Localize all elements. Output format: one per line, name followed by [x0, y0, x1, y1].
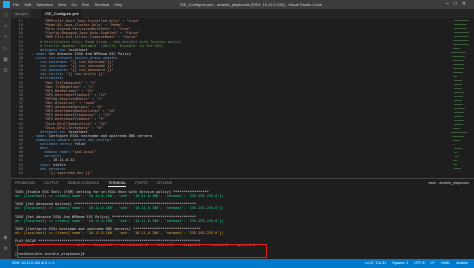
search-icon[interactable]: ⌕: [2, 23, 9, 30]
minimap-line: [453, 68, 465, 69]
minimap-line: [454, 168, 462, 169]
terminal-line: ok: [localhost] => (item={'name': '10.11…: [15, 231, 224, 235]
minimap-line: [454, 84, 462, 85]
minimap-line: [454, 80, 462, 81]
minimap-line: [453, 76, 457, 77]
minimap-line: [454, 32, 469, 33]
minimap-line: [451, 52, 467, 53]
menu-item-edit[interactable]: Edit: [24, 2, 31, 7]
code-text: - "{{ upstream_dns }}": [27, 170, 92, 175]
minimap-line: [454, 152, 457, 153]
panel-tab-debug-console[interactable]: DEBUG CONSOLE: [68, 181, 99, 185]
minimap-line: [454, 116, 464, 117]
minimap-line: [453, 160, 457, 161]
editor-tabs: ise.yml ISE_Configure.yml: [11, 9, 474, 18]
terminal-name[interactable]: bash - ansible_playbooks: [428, 181, 469, 185]
panel-tab-output[interactable]: OUTPUT: [44, 181, 59, 185]
status-bar: SSH: 10.11.0.100 ⊗ 0 ⚠ 0 Ln 47, Col 31 Sp…: [0, 259, 474, 268]
code-line[interactable]: 54 - "{{ upstream_dns }}": [11, 171, 474, 176]
minimap-line: [454, 124, 463, 125]
minimap-line: [451, 132, 467, 133]
minimap-line: [454, 28, 468, 29]
minimap-line: [453, 140, 460, 141]
status-item[interactable]: YAML: [441, 261, 451, 265]
code-editor[interactable]: 17 "NPProfil.Host.Java.Installed.Only" :…: [11, 18, 474, 178]
settings-gear-icon[interactable]: ⚙: [2, 245, 9, 252]
minimap-line: [452, 136, 464, 137]
panel-tab-problems[interactable]: PROBLEMS: [15, 181, 35, 185]
minimap-line: [455, 156, 459, 157]
minimap-line: [453, 40, 469, 41]
terminal-line: ok: [localhost] => (item={'name': '10.11…: [15, 194, 224, 199]
terminal-line: ok: [localhost] => (item={'name': '10.11…: [15, 218, 224, 223]
minimap-line: [453, 60, 465, 61]
source-control-icon[interactable]: ⑂: [2, 34, 9, 41]
status-item[interactable]: UTF-8: [414, 261, 424, 265]
editor-tab[interactable]: ISE_Configure.yml: [41, 9, 83, 18]
extensions-icon[interactable]: ▦: [2, 56, 9, 63]
menu-item-help[interactable]: Help: [114, 2, 122, 7]
highlight-box: [17, 244, 267, 258]
menu-item-terminal[interactable]: Terminal: [94, 2, 109, 7]
panel-tab-terminal[interactable]: TERMINAL: [108, 181, 127, 187]
minimap-line: [454, 36, 469, 37]
minimap-line: [453, 44, 469, 45]
status-item[interactable]: Spaces: 2: [392, 261, 408, 265]
terminal-line: ok: [localhost] => (item={'name': '10.11…: [15, 206, 224, 211]
menu-item-run[interactable]: Run: [82, 2, 89, 7]
menu-item-go[interactable]: Go: [71, 2, 76, 7]
minimap-line: [452, 56, 465, 57]
panel-tab-gitlens[interactable]: GITLENS: [157, 181, 172, 185]
activity-bar: ❐ ⌕ ⑂ ▷ ▦ ⊡ ◉ ⚙: [0, 9, 11, 259]
menu-item-selection[interactable]: Selection: [36, 2, 52, 7]
minimap-line: [453, 144, 455, 145]
menu-bar: File Edit Selection View Go Run Terminal Help: [13, 2, 127, 7]
title-bar: File Edit Selection View Go Run Terminal Help I…: [0, 0, 474, 9]
minimap-line: [454, 148, 462, 149]
status-right: Ln 47, Col 31 Spaces: 2 UTF-8 LF YAML Ansible: [359, 261, 468, 265]
minimap-line: [454, 88, 462, 89]
remote-explorer-icon[interactable]: ⊡: [2, 67, 9, 74]
line-number: 54: [18, 170, 23, 175]
status-item[interactable]: Ansible: [456, 261, 468, 265]
menu-item-file[interactable]: File: [13, 2, 19, 7]
window-controls[interactable]: ‒□✕: [446, 1, 471, 7]
minimap-line: [454, 24, 466, 25]
window-title: ISE_Configure.yml - ansible_playbooks [S…: [180, 2, 322, 7]
minimap-line: [454, 100, 462, 101]
minimap-line: [453, 64, 465, 65]
menu-item-view[interactable]: View: [58, 2, 67, 7]
vscode-logo-icon: [3, 1, 10, 8]
minimap-line: [454, 92, 464, 93]
panel-tab-ports[interactable]: PORTS: [135, 181, 147, 185]
explorer-icon[interactable]: ❐: [2, 12, 9, 19]
status-remote[interactable]: SSH: 10.11.0.100 ⊗ 0 ⚠ 0: [12, 261, 54, 265]
minimap-line: [453, 72, 463, 73]
minimap-line: [454, 20, 469, 21]
status-item[interactable]: LF: [430, 261, 434, 265]
minimap-line: [453, 164, 457, 165]
status-item[interactable]: Ln 47, Col 31: [365, 261, 386, 265]
panel-tabs: PROBLEMS OUTPUT DEBUG CONSOLE TERMINAL PORTS…: [15, 181, 181, 187]
editor-tab[interactable]: ise.yml: [11, 9, 32, 18]
bottom-panel: PROBLEMS OUTPUT DEBUG CONSOLE TERMINAL PORTS…: [11, 178, 474, 260]
minimap-line: [454, 120, 464, 121]
minimap-line: [454, 112, 465, 113]
minimap-line: [454, 96, 463, 97]
minimap-line: [454, 108, 465, 109]
minimap[interactable]: [450, 18, 470, 178]
terminal-output[interactable]: TASK [Enable ESX Shell (TSM) setting for…: [15, 190, 465, 260]
account-icon[interactable]: ◉: [2, 234, 9, 241]
run-debug-icon[interactable]: ▷: [2, 45, 9, 52]
minimap-line: [454, 104, 463, 105]
minimap-line: [453, 128, 461, 129]
minimap-line: [453, 48, 461, 49]
